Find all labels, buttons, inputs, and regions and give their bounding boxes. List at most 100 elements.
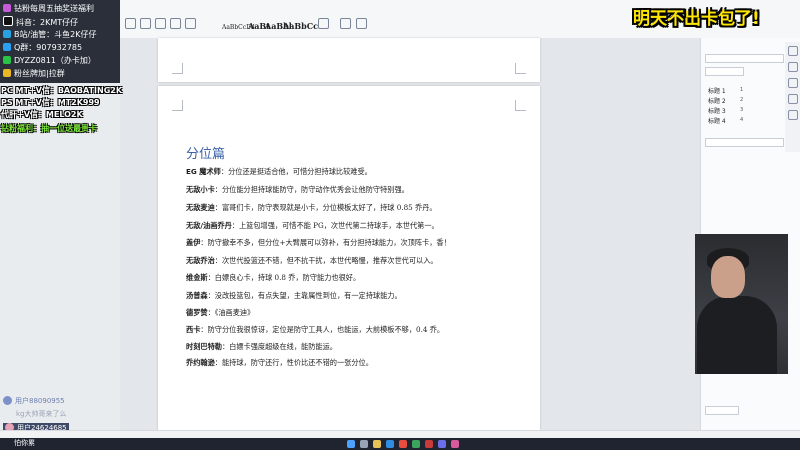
windows-start-icon[interactable] [347, 440, 355, 448]
gift-icon [3, 4, 11, 12]
entry-text: ：次世代投篮还不错，但不抗干扰，本世代略慢，推荐次世代可以入。 [214, 256, 438, 265]
find-replace-icon[interactable] [340, 18, 351, 29]
entry-name: 时刻巴特勒 [186, 342, 222, 351]
text-tool-icon[interactable] [318, 18, 329, 29]
document-entry: EG 魔术师：分位还是挺适合他，可惜分担持球比较难受。 [186, 167, 372, 177]
app-icon[interactable] [412, 440, 420, 448]
search-icon[interactable] [360, 440, 368, 448]
heading-style-item[interactable]: 标题 2 [708, 96, 726, 105]
document-entry: 乔约翰逊：能持球，防守还行，性价比还不错的一张分位。 [186, 358, 373, 368]
entry-name: 盖伊 [186, 238, 201, 247]
entry-name: 无敌/油画乔丹 [186, 221, 232, 230]
heading-style-number: 1 [740, 87, 744, 93]
info-text: 抖音：2KMT仔仔 [16, 18, 79, 27]
entry-text: ：上篮包增强，可惜不能 PG，次世代第二持球手，本世代第一。 [231, 221, 439, 230]
entry-text: ：分位能分担持球能防守，防守动作优秀会让他防守特别强。 [214, 185, 409, 194]
info-text: Q群：907932785 [14, 43, 83, 52]
app-icon[interactable] [399, 440, 407, 448]
entry-name: 无敌乔治 [186, 256, 215, 265]
outline-icon[interactable] [788, 94, 798, 104]
document-entry: 西卡：防守分位我很惊讶，定位是防守工具人，也能运，大前模板不够，0.4 乔。 [186, 325, 444, 335]
info-line: 钻粉每周五抽奖送福利 [3, 3, 94, 14]
style-filter[interactable] [705, 67, 744, 76]
document-entry: 汤普森：没改投篮包，有点失望，主靠属性到位，有一定持球能力。 [186, 291, 402, 301]
entry-text: ：没改投篮包，有点失望，主靠属性到位，有一定持球能力。 [207, 291, 402, 300]
page-corner-mark [172, 63, 183, 74]
info-line: 粉丝牌加|拉群 [3, 68, 65, 79]
entry-name: 汤普森 [186, 291, 208, 300]
entry-name: 德罗赞 [186, 308, 208, 317]
heading-style-item[interactable]: 标题 1 [708, 86, 726, 95]
promo-text: 代肝+V信：MELO2K [1, 110, 83, 119]
format-icon[interactable] [788, 78, 798, 88]
previous-page [158, 38, 540, 82]
info-text: B站/油管：斗鱼2K仔仔 [14, 30, 97, 39]
entry-text: ：防守分位我很惊讶，定位是防守工具人，也能运，大前模板不够，0.4 乔。 [200, 325, 445, 334]
entry-name: EG 魔术师 [186, 167, 221, 176]
select-icon[interactable] [356, 18, 367, 29]
style-panel-icon[interactable] [788, 46, 798, 56]
bilibili-icon [3, 30, 11, 38]
document-entry: 时刻巴特勒：白嫖卡强度超级在线，能防能运。 [186, 342, 337, 352]
info-text: 粉丝牌加|拉群 [14, 69, 65, 78]
promo-text: PC MT+V信：BAOBATING2K [1, 86, 123, 95]
file-explorer-icon[interactable] [373, 440, 381, 448]
entry-text: ：白嫖卡强度超级在线，能防能运。 [221, 342, 337, 351]
page-corner-mark [515, 63, 526, 74]
app-icon[interactable] [425, 440, 433, 448]
info-text: 钻粉每周五抽奖送福利 [14, 4, 94, 13]
document-entry: 德罗赞：《油画麦迪》 [186, 308, 254, 318]
align-icon[interactable] [155, 18, 166, 29]
style-heading3[interactable]: AaBbCc [283, 21, 318, 38]
info-line: Q群：907932785 [3, 42, 82, 53]
new-style-select[interactable] [705, 138, 784, 147]
promo-text: PS MT+V信：MT2K999 [1, 98, 100, 107]
qq-icon [3, 43, 11, 51]
settings-icon[interactable] [788, 110, 798, 120]
info-line: B站/油管：斗鱼2K仔仔 [3, 29, 97, 40]
entry-name: 西卡 [186, 325, 201, 334]
entry-text: ：白嫖良心卡，持球 0.8 乔，防守能力也很好。 [207, 273, 361, 282]
section-heading: 分位篇 [186, 147, 226, 162]
font-icon[interactable] [125, 18, 136, 29]
webcam-overlay [695, 234, 788, 374]
chat-text: kg大帅哥来了么 [16, 410, 67, 418]
entry-text: ：能持球，防守还行，性价比还不错的一张分位。 [214, 358, 373, 367]
document-entry: 无敌麦迪：富哥们卡，防守表现就是小卡，分位模板太好了，持球 0.85 乔丹。 [186, 203, 437, 213]
page-corner-mark [515, 100, 526, 111]
entry-text: ：防守撤幸不多，但分位+大臂展可以弥补，有分担持球能力，次顶阵卡，香！ [200, 238, 451, 247]
tiktok-icon [3, 16, 13, 26]
edit-icon[interactable] [788, 62, 798, 72]
browser-icon[interactable] [386, 440, 394, 448]
info-text: DYZZ0811（办卡加） [14, 56, 96, 65]
entry-text: ：分位还是挺适合他，可惜分担持球比较难受。 [220, 167, 372, 176]
heading-style-number: 2 [740, 97, 744, 103]
entry-name: 乔约翰逊 [186, 358, 215, 367]
preview-checkbox[interactable] [705, 406, 739, 415]
document-entry: 无敌/油画乔丹：上篮包增强，可惜不能 PG，次世代第二持球手，本世代第一。 [186, 221, 439, 231]
entry-name: 维金斯 [186, 273, 208, 282]
heading-style-item[interactable]: 标题 4 [708, 116, 726, 125]
page-corner-mark [172, 100, 183, 111]
announcement-banner: 明天不出卡包了! [633, 9, 760, 29]
heading-style-item[interactable]: 标题 3 [708, 106, 726, 115]
entry-name: 无敌麦迪 [186, 203, 215, 212]
app-icon[interactable] [451, 440, 459, 448]
chat-text: 怕你累 [14, 439, 35, 447]
wechat-icon [3, 56, 11, 64]
document-entry: 无敌小卡：分位能分担持球能防守，防守动作优秀会让他防守特别强。 [186, 185, 409, 195]
indent-icon[interactable] [185, 18, 196, 29]
style-select[interactable] [705, 54, 784, 63]
chat-username: 用户88090955 [15, 397, 65, 405]
heading-style-number: 4 [740, 117, 744, 123]
list-icon[interactable] [170, 18, 181, 29]
heading-style-number: 3 [740, 107, 744, 113]
entry-text: ：《油画麦迪》 [207, 308, 255, 317]
chat-message: 用户88090955 [3, 396, 65, 406]
bold-icon[interactable] [140, 18, 151, 29]
streamer-face [711, 256, 745, 298]
app-icon[interactable] [438, 440, 446, 448]
entry-name: 无敌小卡 [186, 185, 215, 194]
streamer-body [697, 296, 777, 374]
document-entry: 维金斯：白嫖良心卡，持球 0.8 乔，防守能力也很好。 [186, 273, 360, 283]
